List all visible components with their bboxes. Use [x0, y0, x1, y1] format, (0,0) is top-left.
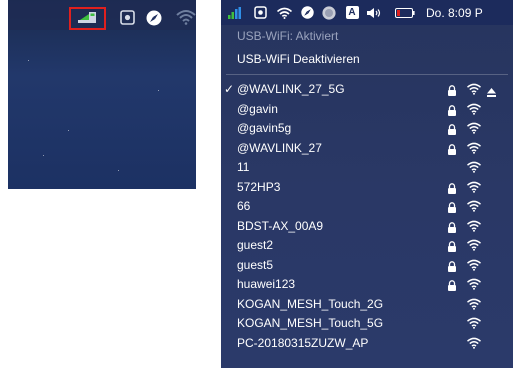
network-name: @WAVLINK_27_5G	[237, 82, 345, 96]
network-name: 572HP3	[237, 179, 281, 194]
network-name: guest2	[237, 238, 274, 252]
wifi-icon	[467, 102, 481, 115]
network-name: huawei123	[237, 277, 296, 291]
screen-capture-icon[interactable]	[248, 0, 272, 25]
lock-icon	[447, 259, 457, 272]
lock-icon	[447, 83, 457, 96]
lock-icon	[447, 122, 457, 135]
compass-icon[interactable]	[146, 10, 162, 26]
lock-icon	[447, 278, 457, 291]
compass-icon[interactable]	[296, 0, 318, 25]
lock-icon	[447, 239, 457, 252]
wifi-icon	[467, 336, 481, 349]
wifi-icon	[467, 277, 481, 290]
wifi-icon	[467, 180, 481, 193]
menubar-clock[interactable]: Do. 8:09 P	[426, 6, 483, 20]
usb-wifi-toggle-label: USB-WiFi Deaktivieren	[237, 52, 360, 66]
network-item[interactable]: guest5	[221, 255, 513, 275]
lock-icon	[447, 200, 457, 213]
network-name: @gavin5g	[237, 121, 292, 135]
lock-icon	[447, 181, 457, 194]
network-status-icon[interactable]	[76, 9, 98, 25]
wifi-icon	[467, 160, 481, 173]
network-item[interactable]: @gavin5g	[221, 118, 513, 138]
wifi-icon	[467, 258, 481, 271]
network-item[interactable]: ✓ @WAVLINK_27_5G	[221, 79, 513, 99]
network-item[interactable]: 572HP3	[221, 177, 513, 197]
network-name: @gavin	[237, 101, 278, 116]
network-item[interactable]: PC-20180315ZUZW_AP	[221, 333, 513, 353]
wifi-icon	[467, 121, 481, 134]
checkmark-icon: ✓	[224, 82, 235, 96]
lock-icon	[447, 142, 457, 155]
network-item[interactable]: 11	[221, 157, 513, 177]
network-item[interactable]: 66	[221, 196, 513, 216]
signal-bars-icon[interactable]	[226, 0, 244, 25]
network-item[interactable]: KOGAN_MESH_Touch_2G	[221, 294, 513, 314]
usb-wifi-status-label: USB-WiFi: Aktiviert	[237, 29, 339, 43]
network-item[interactable]: KOGAN_MESH_Touch_5G	[221, 313, 513, 333]
network-name: 11	[237, 160, 250, 174]
network-name: 66	[237, 199, 251, 213]
network-name: KOGAN_MESH_Touch_5G	[237, 316, 384, 330]
wifi-menu-screenshot: A Do. 8:09 P USB-WiFi: Aktiviert USB-WiF…	[221, 0, 513, 368]
network-name: @WAVLINK_27	[237, 140, 322, 155]
wifi-icon[interactable]	[272, 0, 296, 25]
desktop-menubar-crop	[8, 0, 196, 189]
network-item[interactable]: BDST-AX_00A9	[221, 216, 513, 236]
network-name: guest5	[237, 257, 274, 272]
battery-icon[interactable]	[392, 0, 418, 25]
lock-icon	[447, 103, 457, 116]
wifi-icon	[467, 238, 481, 251]
wifi-icon	[467, 316, 481, 329]
usb-wifi-toggle[interactable]: USB-WiFi Deaktivieren	[221, 49, 513, 69]
siri-icon[interactable]	[318, 0, 340, 25]
network-name: PC-20180315ZUZW_AP	[237, 335, 369, 350]
wifi-icon	[467, 297, 481, 310]
network-name: KOGAN_MESH_Touch_2G	[237, 296, 384, 311]
network-item[interactable]: huawei123	[221, 274, 513, 294]
wifi-dropdown-menu: USB-WiFi: Aktiviert USB-WiFi Deaktiviere…	[221, 25, 513, 368]
screen-capture-icon[interactable]	[120, 10, 135, 25]
eject-icon[interactable]	[487, 84, 496, 97]
input-source-label: A	[345, 6, 359, 19]
wifi-icon	[467, 141, 481, 154]
network-item[interactable]: guest2	[221, 235, 513, 255]
menu-bar: A Do. 8:09 P	[221, 0, 513, 25]
wifi-icon	[467, 219, 481, 232]
network-name: BDST-AX_00A9	[237, 218, 324, 233]
network-item[interactable]: @gavin	[221, 99, 513, 119]
menu-separator	[226, 74, 508, 75]
wifi-icon[interactable]	[176, 9, 196, 25]
wifi-icon	[467, 199, 481, 212]
volume-icon[interactable]	[362, 0, 388, 25]
lock-icon	[447, 220, 457, 233]
input-source-icon[interactable]: A	[342, 0, 362, 25]
network-item[interactable]: @WAVLINK_27	[221, 138, 513, 158]
usb-wifi-status: USB-WiFi: Aktiviert	[221, 26, 513, 46]
wifi-icon	[467, 82, 481, 95]
